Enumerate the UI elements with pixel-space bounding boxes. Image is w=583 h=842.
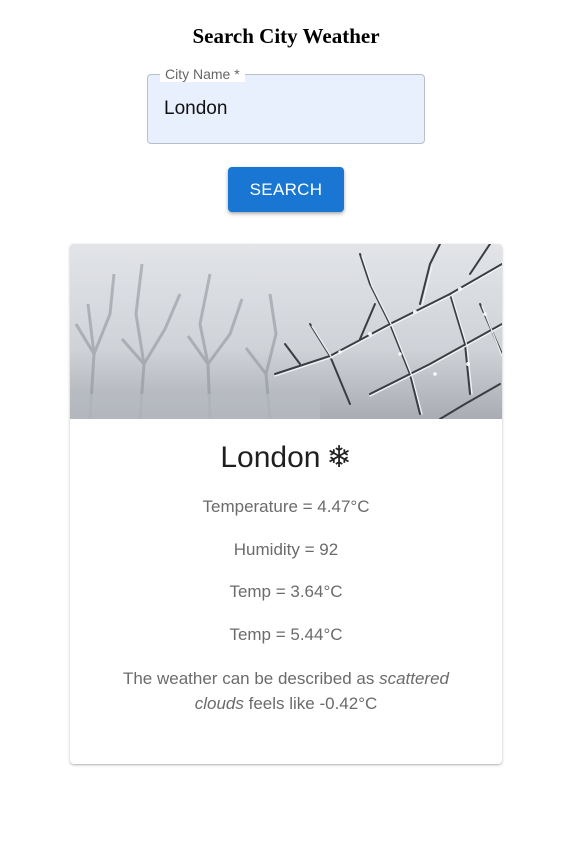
search-button[interactable]: SEARCH (228, 167, 344, 212)
snowflake-icon: ❄ (326, 441, 352, 474)
weather-image (70, 244, 502, 419)
city-heading: London ❄ (70, 440, 502, 476)
temp-max-text: Temp = 5.44°C (229, 625, 343, 644)
weather-card: London ❄ Temperature = 4.47°C Humidity = … (70, 244, 502, 764)
frost-trees-illustration (70, 244, 502, 419)
city-name-label: City Name * (160, 66, 245, 82)
city-name: London (220, 441, 321, 474)
page-title: Search City Weather (192, 24, 380, 48)
humidity-text: Humidity = 92 (233, 540, 339, 559)
temperature-text: Temperature = 4.47°C (202, 497, 370, 516)
description-prefix: The weather can be described as (122, 669, 375, 688)
weather-description: The weather can be described as scattere… (110, 666, 462, 716)
city-name-input[interactable] (148, 75, 424, 143)
temp-min-text: Temp = 3.64°C (229, 582, 343, 601)
description-suffix: feels like -0.42°C (248, 694, 378, 713)
city-name-field[interactable]: City Name * (147, 66, 425, 144)
